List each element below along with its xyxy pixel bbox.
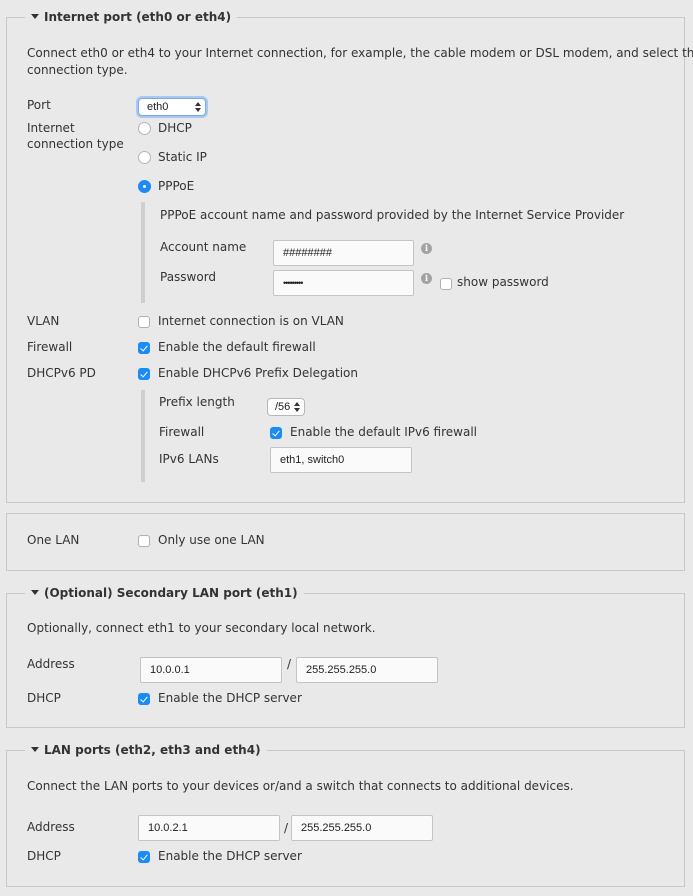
- lan-ports-legend-text: LAN ports (eth2, eth3 and eth4): [44, 743, 261, 757]
- pppoe-subsection-bar: [141, 202, 145, 303]
- port-select-value: eth0: [147, 101, 169, 113]
- collapse-triangle-icon: [31, 14, 39, 19]
- internet-port-description-line1: Connect eth0 or eth4 to your Internet co…: [27, 46, 693, 60]
- lan-dhcp-checkbox[interactable]: [138, 851, 150, 863]
- radio-dhcp-label[interactable]: DHCP: [158, 120, 192, 136]
- select-arrows-icon: [195, 101, 201, 113]
- port-label: Port: [27, 98, 51, 112]
- radio-pppoe-label[interactable]: PPPoE: [158, 178, 194, 194]
- radio-dhcp[interactable]: [138, 122, 151, 135]
- select-arrows-icon: [294, 401, 300, 413]
- lan-address-label: Address: [27, 820, 75, 834]
- collapse-triangle-icon: [31, 747, 39, 752]
- vlan-checkbox[interactable]: [138, 316, 150, 328]
- lan-address-input[interactable]: 10.0.2.1: [138, 815, 280, 841]
- address-separator: /: [287, 657, 292, 671]
- prefix-length-select[interactable]: /56: [267, 398, 305, 416]
- show-password-checkbox[interactable]: [440, 278, 452, 290]
- vlan-label: VLAN: [27, 314, 60, 328]
- internet-port-legend[interactable]: Internet port (eth0 or eth4): [25, 9, 238, 25]
- pppoe-description: PPPoE account name and password provided…: [160, 208, 625, 222]
- radio-pppoe[interactable]: [138, 180, 151, 193]
- password-label: Password: [160, 270, 217, 284]
- ipv6-firewall-option-label[interactable]: Enable the default IPv6 firewall: [290, 424, 477, 440]
- firewall-checkbox[interactable]: [138, 342, 150, 354]
- secondary-netmask-input[interactable]: 255.255.255.0: [296, 657, 438, 683]
- vlan-option-label[interactable]: Internet connection is on VLAN: [158, 313, 344, 329]
- ipv6-lans-input[interactable]: eth1, switch0: [270, 447, 412, 473]
- radio-static-ip[interactable]: [138, 151, 151, 164]
- firewall-option-label[interactable]: Enable the default firewall: [158, 339, 316, 355]
- connection-type-label-line2: connection type: [27, 137, 124, 151]
- lan-dhcp-label: DHCP: [27, 849, 61, 863]
- secondary-dhcp-option-label[interactable]: Enable the DHCP server: [158, 690, 302, 706]
- show-password-label[interactable]: show password: [457, 274, 549, 290]
- internet-port-description-line2: connection type.: [27, 63, 128, 77]
- account-name-input[interactable]: ########: [273, 240, 414, 266]
- ipv6-lans-label: IPv6 LANs: [159, 452, 219, 466]
- one-lan-section: [6, 513, 685, 571]
- secondary-address-input[interactable]: 10.0.0.1: [140, 657, 282, 683]
- secondary-dhcp-checkbox[interactable]: [138, 693, 150, 705]
- ipv6-firewall-checkbox[interactable]: [270, 427, 282, 439]
- one-lan-label: One LAN: [27, 533, 80, 547]
- account-name-label: Account name: [160, 240, 247, 254]
- port-select[interactable]: eth0: [138, 98, 206, 116]
- password-info-icon[interactable]: i: [421, 273, 432, 284]
- lan-ports-legend[interactable]: LAN ports (eth2, eth3 and eth4): [25, 742, 267, 758]
- lan-dhcp-option-label[interactable]: Enable the DHCP server: [158, 848, 302, 864]
- secondary-address-label: Address: [27, 657, 75, 671]
- account-name-info-icon[interactable]: i: [421, 243, 432, 254]
- radio-static-ip-label[interactable]: Static IP: [158, 149, 207, 165]
- prefix-length-value: /56: [275, 401, 291, 413]
- secondary-lan-legend[interactable]: (Optional) Secondary LAN port (eth1): [25, 585, 304, 601]
- dhcpv6-pd-option-label[interactable]: Enable DHCPv6 Prefix Delegation: [158, 365, 358, 381]
- secondary-dhcp-label: DHCP: [27, 691, 61, 705]
- ipv6-firewall-label: Firewall: [159, 425, 205, 439]
- secondary-lan-description: Optionally, connect eth1 to your seconda…: [27, 621, 376, 635]
- secondary-lan-legend-text: (Optional) Secondary LAN port (eth1): [44, 586, 298, 600]
- one-lan-option-label[interactable]: Only use one LAN: [158, 532, 265, 548]
- prefix-length-label: Prefix length: [159, 395, 235, 409]
- internet-port-legend-text: Internet port (eth0 or eth4): [44, 10, 232, 24]
- lan-netmask-input[interactable]: 255.255.255.0: [291, 815, 433, 841]
- lan-ports-description: Connect the LAN ports to your devices or…: [27, 779, 574, 793]
- firewall-label: Firewall: [27, 340, 73, 354]
- dhcpv6-pd-label: DHCPv6 PD: [27, 366, 96, 380]
- dhcpv6-subsection-bar: [141, 390, 145, 482]
- address-separator: /: [284, 821, 289, 835]
- one-lan-checkbox[interactable]: [138, 535, 150, 547]
- password-input[interactable]: •••••••••: [273, 270, 414, 296]
- dhcpv6-pd-checkbox[interactable]: [138, 368, 150, 380]
- connection-type-label-line1: Internet: [27, 121, 75, 135]
- collapse-triangle-icon: [31, 590, 39, 595]
